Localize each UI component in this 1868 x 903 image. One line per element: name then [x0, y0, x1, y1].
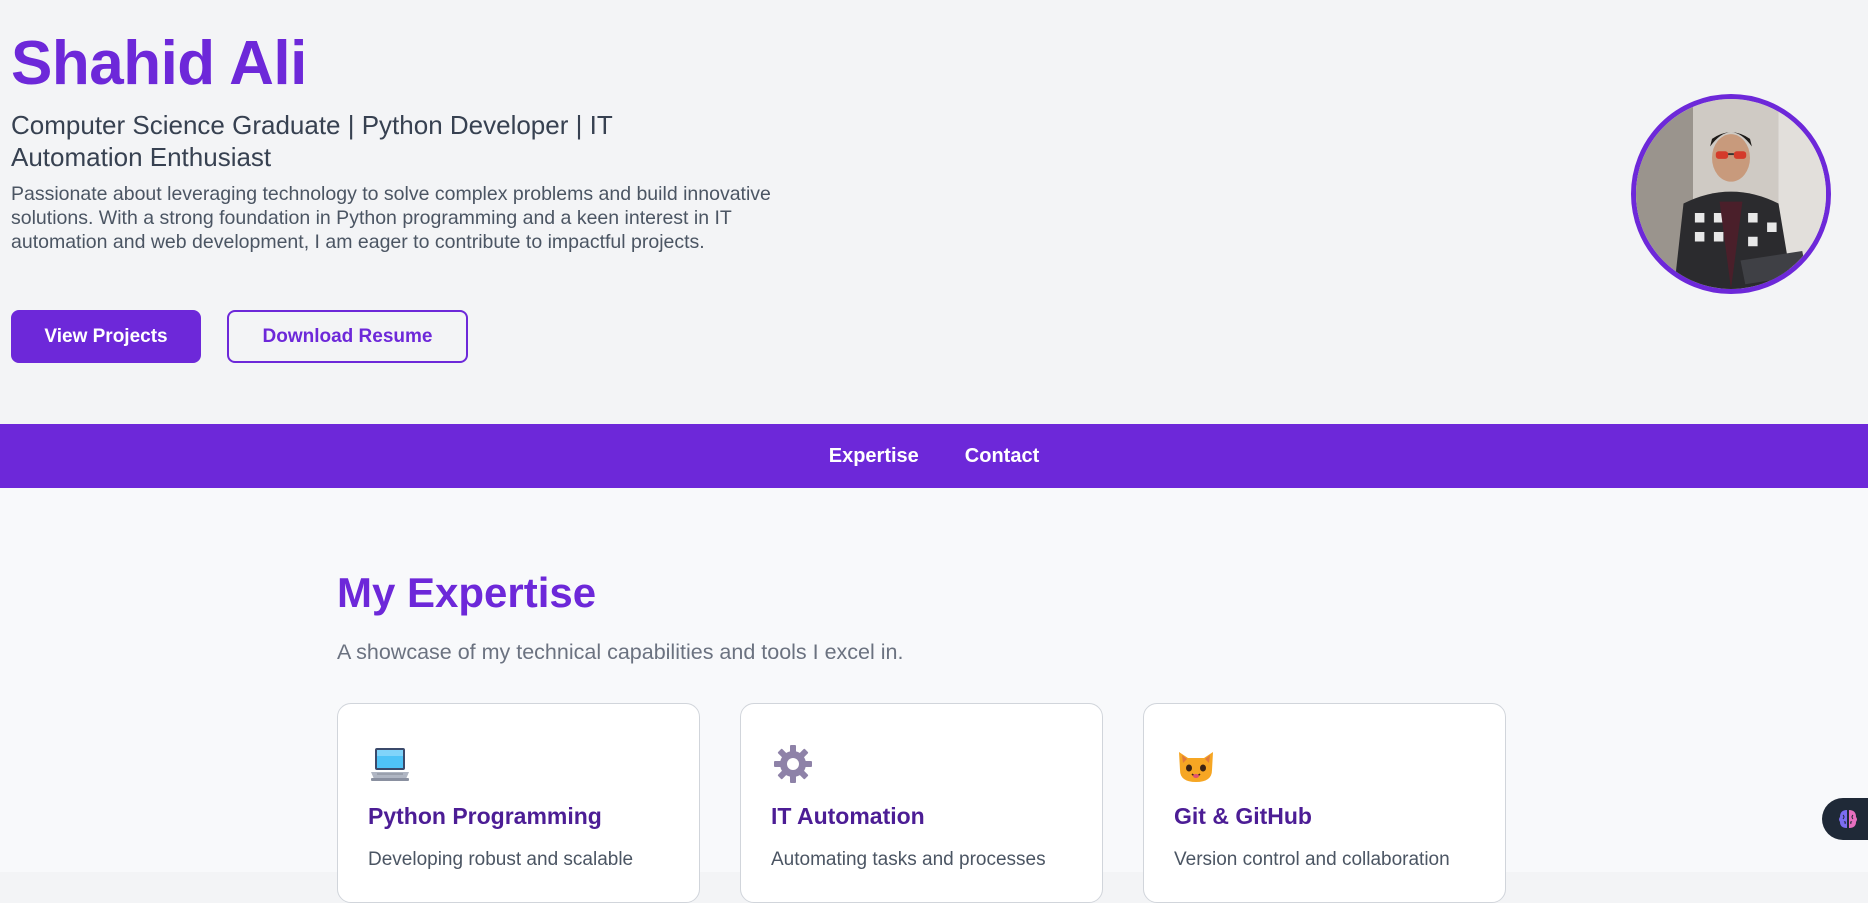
profile-avatar: [1631, 94, 1831, 294]
hero-tagline: Computer Science Graduate | Python Devel…: [11, 110, 613, 172]
card-title: Python Programming: [368, 803, 602, 829]
hero-name: Shahid Ali: [11, 29, 307, 98]
card-title: IT Automation: [771, 803, 925, 829]
laptop-icon: [368, 742, 412, 786]
profile-photo: [1636, 99, 1826, 289]
card-description: Version control and collaboration: [1174, 849, 1450, 870]
nav-link-contact[interactable]: Contact: [965, 445, 1039, 468]
expertise-card-git: Git & GitHub Version control and collabo…: [1143, 703, 1506, 903]
hero-section: Shahid Ali Computer Science Graduate | P…: [0, 0, 1868, 424]
expertise-title: My Expertise: [337, 569, 597, 616]
card-description: Developing robust and scalable: [368, 849, 634, 870]
card-title: Git & GitHub: [1174, 803, 1312, 829]
cat-icon: [1174, 742, 1218, 786]
card-description: Automating tasks and processes: [771, 849, 1046, 870]
hero-description: Passionate about leveraging technology t…: [11, 183, 771, 253]
view-projects-button[interactable]: View Projects: [11, 310, 201, 363]
brain-icon: [1839, 810, 1857, 828]
expertise-subtitle: A showcase of my technical capabilities …: [337, 640, 904, 664]
main-navbar: Expertise Contact: [0, 424, 1868, 488]
expertise-card-python: Python Programming Developing robust and…: [337, 703, 700, 903]
nav-link-expertise[interactable]: Expertise: [829, 445, 919, 468]
expertise-card-automation: IT Automation Automating tasks and proce…: [740, 703, 1103, 903]
floating-assistant-button[interactable]: [1822, 798, 1868, 840]
gear-icon: [771, 742, 815, 786]
expertise-section: My Expertise A showcase of my technical …: [0, 488, 1868, 903]
download-resume-button[interactable]: Download Resume: [227, 310, 468, 363]
